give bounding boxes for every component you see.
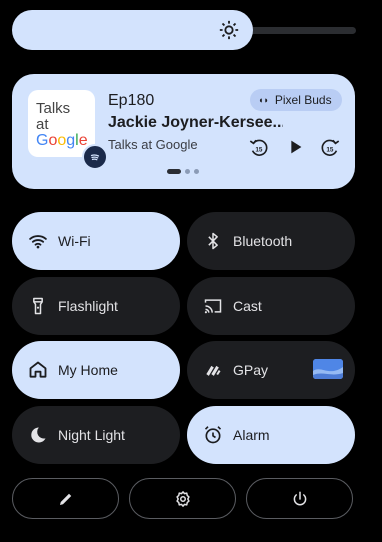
brightness-slider[interactable] (12, 10, 356, 50)
earbuds-icon: ◖◗ (258, 95, 269, 105)
power-icon (293, 491, 306, 505)
tile-label: GPay (233, 362, 269, 378)
alarm-icon (204, 426, 222, 444)
forward-15-icon[interactable]: 15 (319, 136, 341, 158)
settings-button[interactable] (129, 478, 236, 519)
album-art-google: Google (36, 132, 88, 149)
page-dot (167, 169, 181, 174)
album-art-line1: Talks (36, 100, 71, 117)
album-art-line2: at (36, 116, 49, 133)
tile-label: My Home (58, 362, 118, 378)
tile-flashlight[interactable]: Flashlight (12, 277, 180, 335)
artist-name: Talks at Google (108, 137, 198, 152)
tile-label: Cast (233, 298, 262, 314)
tile-label: Bluetooth (233, 233, 293, 249)
edit-button[interactable] (12, 478, 119, 519)
tile-my-home[interactable]: My Home (12, 341, 180, 399)
power-button[interactable] (246, 478, 353, 519)
gpay-icon (206, 365, 221, 376)
tile-label: Alarm (233, 427, 270, 443)
output-device-label: Pixel Buds (274, 93, 332, 107)
tile-gpay[interactable]: GPay (187, 341, 355, 399)
media-page-indicator (167, 169, 199, 174)
settings-icon (175, 490, 190, 507)
play-icon[interactable] (284, 136, 306, 158)
media-player-card[interactable]: Talks at Google Ep180 Jackie Joyner-Kers… (12, 74, 355, 189)
brightness-icon (219, 20, 239, 40)
tile-bluetooth[interactable]: Bluetooth (187, 212, 355, 270)
edit-icon (59, 493, 71, 505)
output-device-chip[interactable]: ◖◗ Pixel Buds (250, 89, 342, 111)
tile-night-light[interactable]: Night Light (12, 406, 180, 464)
tile-label: Flashlight (58, 298, 118, 314)
tile-wifi[interactable]: Wi-Fi (12, 212, 180, 270)
tile-label: Wi-Fi (58, 233, 91, 249)
moon-icon (31, 427, 46, 443)
episode-label: Ep180 (108, 92, 155, 109)
bluetooth-icon (208, 232, 218, 250)
tile-cast[interactable]: Cast (187, 277, 355, 335)
svg-text:15: 15 (255, 147, 263, 154)
home-icon (29, 361, 47, 378)
page-dot (185, 169, 190, 174)
tile-label: Night Light (58, 427, 125, 443)
svg-text:15: 15 (326, 147, 334, 154)
spotify-icon (82, 144, 108, 170)
tile-alarm[interactable]: Alarm (187, 406, 355, 464)
cast-icon (204, 299, 222, 314)
payment-card-thumbnail (313, 359, 343, 379)
track-title: Jackie Joyner-Kersee... (108, 114, 283, 131)
page-dot (194, 169, 199, 174)
brightness-fill[interactable] (12, 10, 253, 50)
rewind-15-icon[interactable]: 15 (248, 136, 270, 158)
wifi-icon (29, 235, 47, 249)
flashlight-icon (33, 297, 43, 315)
